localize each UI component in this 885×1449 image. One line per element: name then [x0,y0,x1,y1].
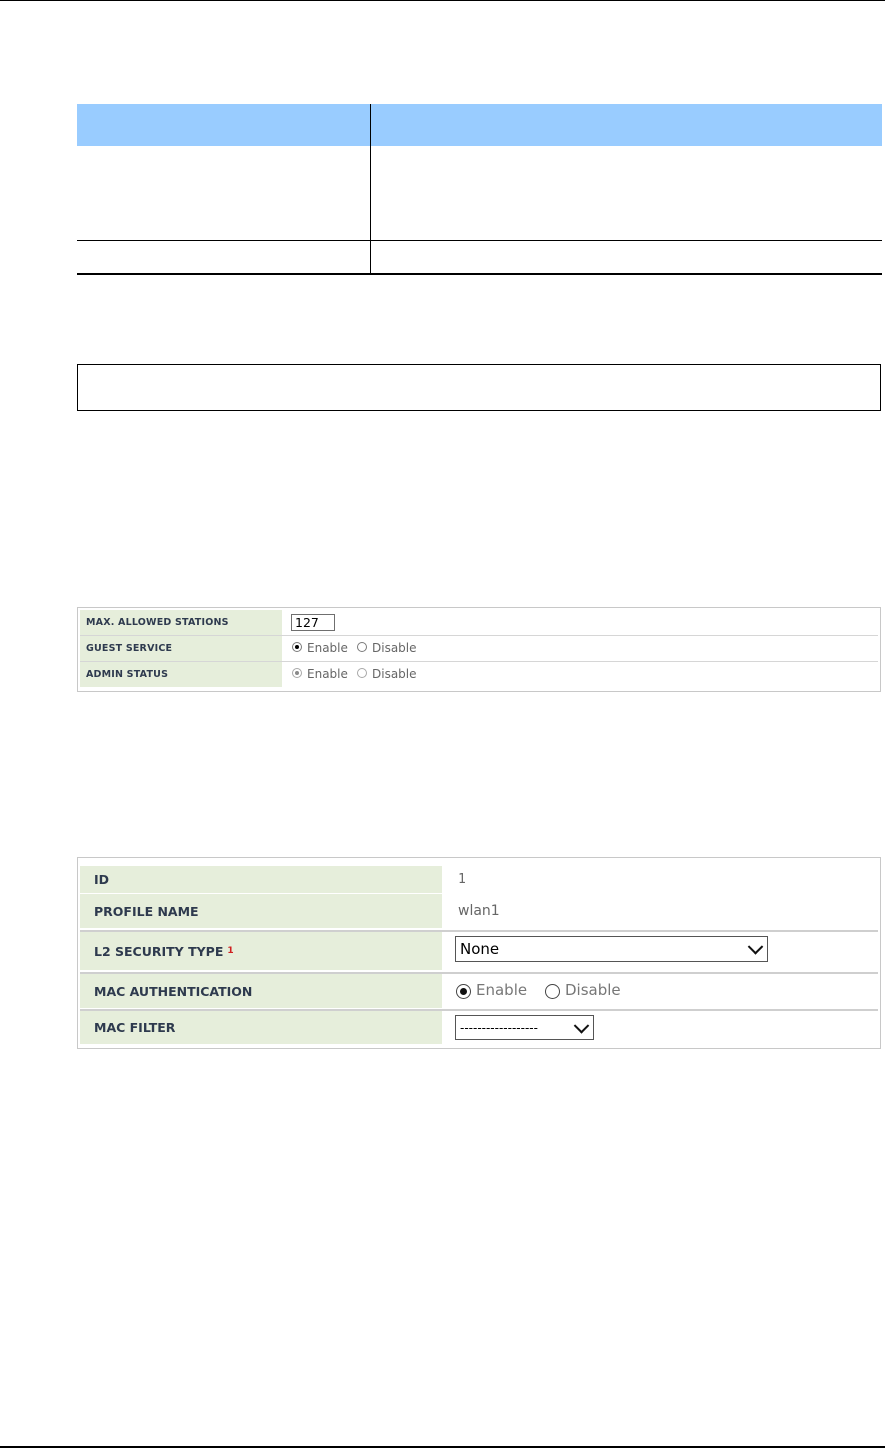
l2-security-label-cell: L2 SECURITY TYPE 1 [80,932,442,970]
max-stations-row: MAX. ALLOWED STATIONS 127 [80,610,878,636]
max-stations-value-cell: 127 [282,610,878,635]
admin-status-value-cell: Enable Disable [282,662,878,687]
table-cell [370,240,882,275]
mac-filter-value-cell: ------------------ [442,1011,878,1044]
mac-auth-label: MAC AUTHENTICATION [80,974,442,1008]
mac-filter-select[interactable]: ------------------ [455,1015,594,1040]
mac-filter-label: MAC FILTER [80,1011,442,1044]
guest-service-label: GUEST SERVICE [80,636,282,661]
station-settings-panel: MAX. ALLOWED STATIONS 127 GUEST SERVICE … [77,607,881,692]
mac-auth-disable-label: Disable [565,981,621,999]
id-label: ID [80,866,442,893]
mac-filter-row: MAC FILTER ------------------ [80,1011,878,1044]
profile-name-value-cell: wlan1 [442,894,878,928]
table-row [77,146,882,241]
mac-auth-enable-radio[interactable] [456,984,471,999]
admin-status-label: ADMIN STATUS [80,662,282,687]
chevron-down-icon [747,939,764,955]
max-stations-label: MAX. ALLOWED STATIONS [80,610,282,635]
table-cell [77,240,371,275]
profile-name-label: PROFILE NAME [80,894,442,928]
guest-service-enable-label: Enable [307,641,348,655]
profile-name-row: PROFILE NAME wlan1 [80,894,878,928]
admin-status-disable-label: Disable [372,667,417,681]
document-table [77,104,882,275]
guest-service-row: GUEST SERVICE Enable Disable [80,636,878,662]
mac-auth-row: MAC AUTHENTICATION Enable Disable [80,974,878,1008]
l2-security-value-cell: None [442,932,878,970]
l2-security-label: L2 SECURITY TYPE [94,943,224,959]
admin-status-row: ADMIN STATUS Enable Disable [80,662,878,687]
table-header-row [77,104,882,146]
page-top-rule [0,0,885,1]
wlan-profile-panel: ID 1 PROFILE NAME wlan1 L2 SECURITY TYPE… [77,857,881,1049]
chevron-down-icon [573,1017,590,1034]
guest-service-enable-radio[interactable] [292,642,302,652]
profile-name-value: wlan1 [458,903,500,919]
table-cell [77,146,371,241]
table-cell [370,146,882,241]
l2-security-select[interactable]: None [455,936,768,962]
footnote-marker: 1 [227,946,234,956]
admin-status-enable-radio[interactable] [292,668,302,678]
mac-auth-value-cell: Enable Disable [442,974,878,1008]
mac-filter-selected: ------------------ [460,1020,538,1035]
guest-service-disable-radio[interactable] [357,642,367,652]
guest-service-value-cell: Enable Disable [282,636,878,661]
id-value: 1 [458,872,466,887]
table-row [77,240,882,275]
l2-security-row: L2 SECURITY TYPE 1 None [80,932,878,970]
page-bottom-rule [0,1446,885,1448]
admin-status-enable-label: Enable [307,667,348,681]
table-header-cell [77,104,371,146]
note-box [77,364,881,411]
id-row: ID 1 [80,866,878,893]
l2-security-selected: None [460,940,500,958]
table-header-cell [370,104,882,146]
guest-service-disable-label: Disable [372,641,417,655]
admin-status-disable-radio[interactable] [357,668,367,678]
max-stations-input[interactable]: 127 [291,614,335,631]
mac-auth-enable-label: Enable [476,981,528,999]
mac-auth-disable-radio[interactable] [545,984,560,999]
id-value-cell: 1 [442,866,878,893]
